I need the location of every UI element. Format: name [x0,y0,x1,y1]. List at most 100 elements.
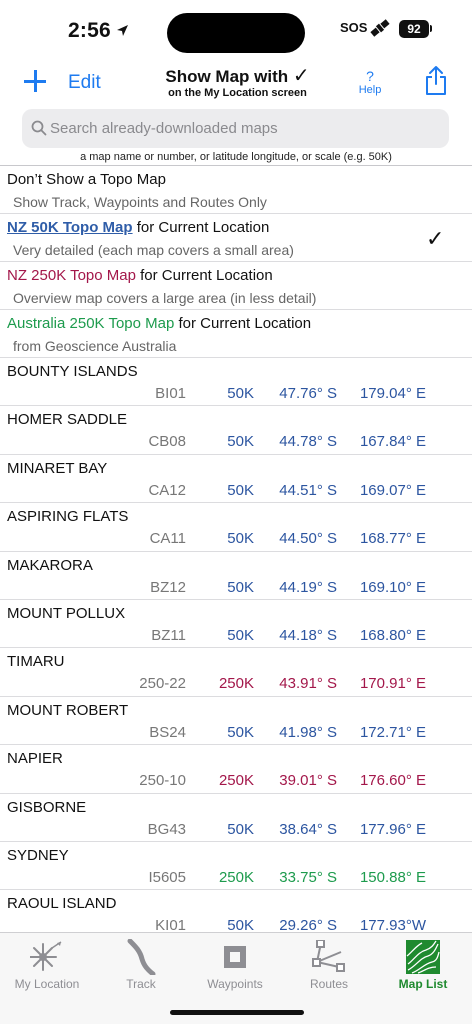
option-nz-50k[interactable]: NZ 50K Topo Map for Current Location Ver… [0,214,472,262]
map-latitude: 44.50° S [279,530,337,548]
map-longitude: 150.88° E [359,868,426,886]
option-nz-250k[interactable]: NZ 250K Topo Map for Current Location Ov… [0,262,472,310]
australia-250k-name: Australia 250K Topo Map [7,315,175,332]
map-row[interactable]: TIMARU 250-22 250K 43.91° S 170.91° E [0,648,472,697]
option-title-suffix: for Current Location [135,267,273,284]
page-title-text: Show Map with [165,67,289,86]
map-name: MOUNT ROBERT [7,701,129,719]
map-code: BZ12 [150,578,186,596]
waypoints-icon [190,939,280,975]
option-title: Don’t Show a Topo Map [7,171,166,188]
navigation-bar: Edit Show Map with ✓ on the My Location … [0,62,472,106]
tab-waypoints[interactable]: Waypoints [190,939,280,991]
map-longitude: 168.80° E [359,626,426,644]
option-title-suffix: for Current Location [174,315,312,332]
sos-indicator: SOS [340,20,368,35]
map-longitude: 169.10° E [359,578,426,596]
map-name: NAPIER [7,750,63,768]
map-latitude: 44.51° S [279,481,337,499]
map-latitude: 41.98° S [279,723,337,741]
map-code: BS24 [149,723,186,741]
edit-button[interactable]: Edit [68,72,101,94]
map-code: CA11 [149,530,186,548]
map-latitude: 33.75° S [279,868,337,886]
add-icon[interactable] [24,70,46,92]
search-input[interactable] [50,109,440,148]
search-icon [31,120,47,141]
help-button[interactable]: ? Help [355,69,385,96]
map-row[interactable]: ASPIRING FLATS CA11 50K 44.50° S 168.77°… [0,503,472,552]
page-title: Show Map with ✓ [120,63,355,88]
option-title-suffix: for Current Location [132,219,270,236]
map-row[interactable]: MINARET BAY CA12 50K 44.51° S 169.07° E [0,455,472,504]
search-bar [22,109,449,148]
status-bar: 2:56 SOS 92 [0,0,472,62]
map-name: MINARET BAY [7,459,108,477]
option-title: NZ 50K Topo Map for Current Location [7,219,269,236]
map-scale: 50K [227,723,254,741]
compass-rose-icon [2,939,92,975]
map-name: MOUNT POLLUX [7,604,126,622]
tab-my-location[interactable]: My Location [2,939,92,991]
map-code: CB08 [148,433,186,451]
share-icon[interactable] [424,65,448,102]
option-title: NZ 250K Topo Map for Current Location [7,267,273,284]
tab-label: Map List [398,977,448,991]
map-list-icon [378,939,468,975]
map-row[interactable]: MOUNT POLLUX BZ11 50K 44.18° S 168.80° E [0,600,472,649]
map-row[interactable]: HOMER SADDLE CB08 50K 44.78° S 167.84° E [0,406,472,455]
map-scale: 50K [227,820,254,838]
map-name: ASPIRING FLATS [7,508,129,526]
map-code: I5605 [148,868,186,886]
map-longitude: 170.91° E [359,675,426,693]
tab-label: Routes [309,977,349,991]
map-latitude: 38.64° S [279,820,337,838]
map-latitude: 44.18° S [279,626,337,644]
map-longitude: 169.07° E [359,481,426,499]
map-row[interactable]: NAPIER 250-10 250K 39.01° S 176.60° E [0,745,472,794]
option-no-topo-map[interactable]: Don’t Show a Topo Map Show Track, Waypoi… [0,166,472,214]
help-icon: ? [366,68,374,84]
home-indicator[interactable] [170,1010,304,1015]
map-longitude: 172.71° E [359,723,426,741]
map-latitude: 47.76° S [279,385,337,402]
map-row[interactable]: SYDNEY I5605 250K 33.75° S 150.88° E [0,842,472,891]
map-scale: 250K [218,675,254,693]
title-check-icon: ✓ [292,65,310,87]
option-australia-250k[interactable]: Australia 250K Topo Map for Current Loca… [0,310,472,358]
option-subtitle: Show Track, Waypoints and Routes Only [13,194,267,210]
help-label: Help [358,84,382,96]
map-scale: 250K [218,772,254,790]
map-scale: 50K [227,626,254,644]
satellite-icon [368,17,392,44]
map-code: CA12 [148,481,186,499]
map-latitude: 43.91° S [279,675,337,693]
map-code: 250-10 [139,772,186,790]
map-list: Don’t Show a Topo Map Show Track, Waypoi… [0,166,472,939]
map-scale: 250K [218,868,254,886]
map-row[interactable]: MAKARORA BZ12 50K 44.19° S 169.10° E [0,552,472,600]
tab-track[interactable]: Track [96,939,186,991]
map-name: BOUNTY ISLANDS [7,363,138,380]
option-title-text: Don’t Show a Topo Map [7,171,166,188]
map-longitude: 177.96° E [359,820,426,838]
map-code: 250-22 [139,675,186,693]
map-row[interactable]: BOUNTY ISLANDS BI01 50K 47.76° S 179.04°… [0,358,472,407]
map-scale: 50K [227,385,254,402]
map-scale: 50K [227,433,254,451]
map-row[interactable]: MOUNT ROBERT BS24 50K 41.98° S 172.71° E [0,697,472,746]
option-subtitle: from Geoscience Australia [13,338,177,354]
track-icon [96,939,186,975]
option-title: Australia 250K Topo Map for Current Loca… [7,315,311,332]
map-longitude: 179.04° E [359,385,426,402]
search-hint: a map name or number, or latitude longit… [80,151,392,163]
nz-50k-link[interactable]: NZ 50K Topo Map [7,219,133,236]
map-row[interactable]: GISBORNE BG43 50K 38.64° S 177.96° E [0,794,472,842]
battery-tip [430,25,432,32]
map-name: HOMER SADDLE [7,411,128,429]
selected-check-icon: ✓ [426,226,445,251]
battery-indicator: 92 [399,20,429,38]
tab-routes[interactable]: Routes [284,939,374,991]
tab-map-list[interactable]: Map List [378,939,468,991]
location-arrow-icon [116,24,129,42]
